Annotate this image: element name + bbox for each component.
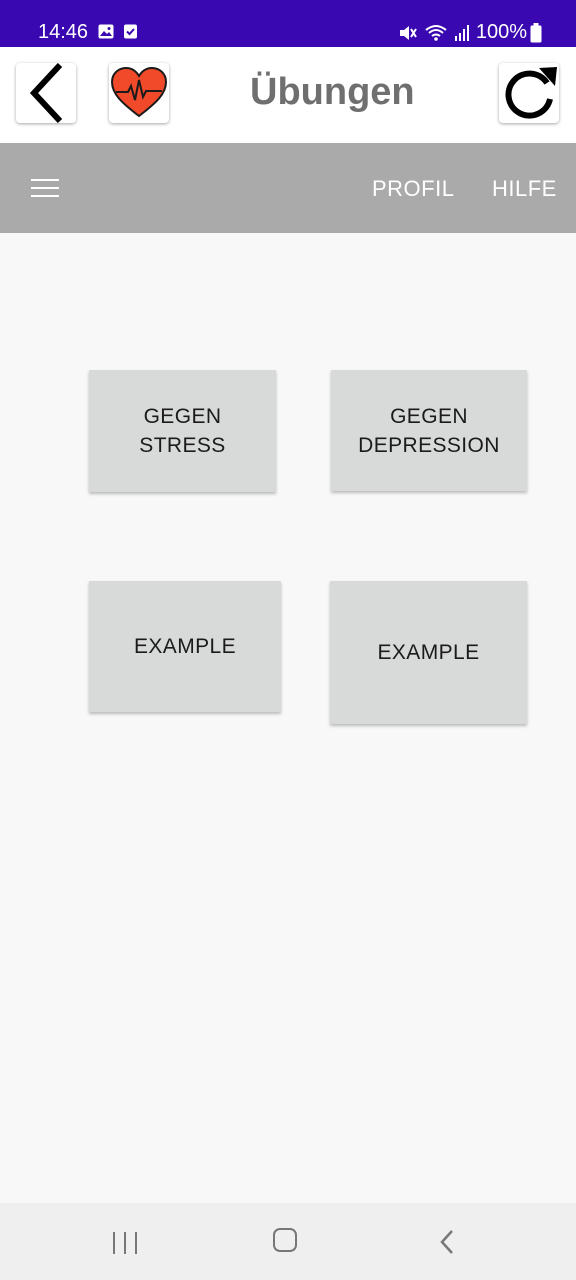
back-icon[interactable] xyxy=(437,1228,457,1256)
hilfe-link[interactable]: HILFE xyxy=(492,176,557,202)
status-bar: 14:46 100% xyxy=(0,0,576,47)
image-icon xyxy=(98,24,114,39)
app-header: Übungen xyxy=(0,47,576,143)
hamburger-icon[interactable] xyxy=(31,179,59,199)
status-right: 100% xyxy=(398,21,542,44)
example-button-1[interactable]: EXAMPLE xyxy=(89,581,281,712)
page-title: Übungen xyxy=(250,71,415,113)
mute-icon xyxy=(399,25,417,40)
heart-button[interactable] xyxy=(109,63,169,123)
battery-percent: 100% xyxy=(475,21,527,43)
status-time: 14:46 xyxy=(38,21,89,43)
gegen-depression-button[interactable]: GEGEN DEPRESSION xyxy=(331,370,527,491)
wifi-icon xyxy=(425,24,447,41)
toolbar: PROFIL HILFE xyxy=(0,143,576,233)
recent-apps-icon[interactable] xyxy=(113,1232,137,1254)
refresh-icon xyxy=(505,67,557,119)
checkbox-icon xyxy=(124,24,137,39)
back-button[interactable] xyxy=(16,63,76,123)
signal-icon xyxy=(454,24,469,41)
profil-link[interactable]: PROFIL xyxy=(372,176,454,202)
system-nav-bar xyxy=(0,1203,576,1280)
refresh-button[interactable] xyxy=(499,63,559,123)
battery-icon xyxy=(530,22,542,42)
home-icon[interactable] xyxy=(273,1228,297,1252)
example-button-2[interactable]: EXAMPLE xyxy=(330,581,527,724)
gegen-stress-button[interactable]: GEGEN STRESS xyxy=(89,370,276,492)
chevron-left-icon xyxy=(29,63,63,123)
heart-pulse-icon xyxy=(110,67,168,118)
